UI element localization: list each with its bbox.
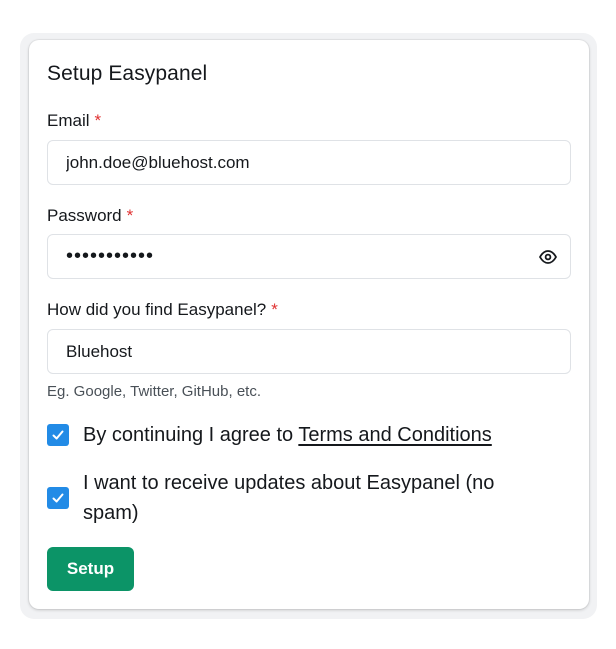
check-icon (52, 493, 64, 503)
terms-label: By continuing I agree to Terms and Condi… (83, 424, 492, 446)
password-value: ••••••••••• (66, 245, 155, 267)
terms-link[interactable]: Terms and Conditions (298, 424, 491, 446)
required-mark: * (126, 206, 134, 225)
updates-label: I want to receive updates about Easypane… (83, 472, 495, 524)
updates-row: I want to receive updates about Easypane… (47, 468, 553, 528)
setup-button[interactable]: Setup (47, 547, 134, 591)
source-hint: Eg. Google, Twitter, GitHub, etc. (47, 383, 261, 400)
form-title: Setup Easypanel (47, 62, 208, 85)
email-field[interactable]: john.doe@bluehost.com (47, 140, 571, 185)
updates-checkbox[interactable] (47, 487, 69, 509)
email-value: john.doe@bluehost.com (66, 152, 250, 172)
setup-card: Setup Easypanel Email * john.doe@bluehost… (29, 40, 589, 609)
source-value: Bluehost (66, 341, 133, 361)
required-mark: * (271, 300, 278, 319)
terms-checkbox[interactable] (47, 424, 69, 446)
password-label: Password * (47, 206, 134, 225)
source-field[interactable]: Bluehost (47, 329, 571, 374)
terms-row: By continuing I agree to Terms and Condi… (47, 420, 553, 450)
required-mark: * (94, 111, 102, 130)
email-label: Email * (47, 111, 102, 130)
check-icon (52, 430, 64, 440)
password-field[interactable]: ••••••••••• (47, 234, 571, 279)
eye-icon[interactable] (538, 247, 558, 267)
source-label: How did you find Easypanel? * (47, 300, 278, 319)
